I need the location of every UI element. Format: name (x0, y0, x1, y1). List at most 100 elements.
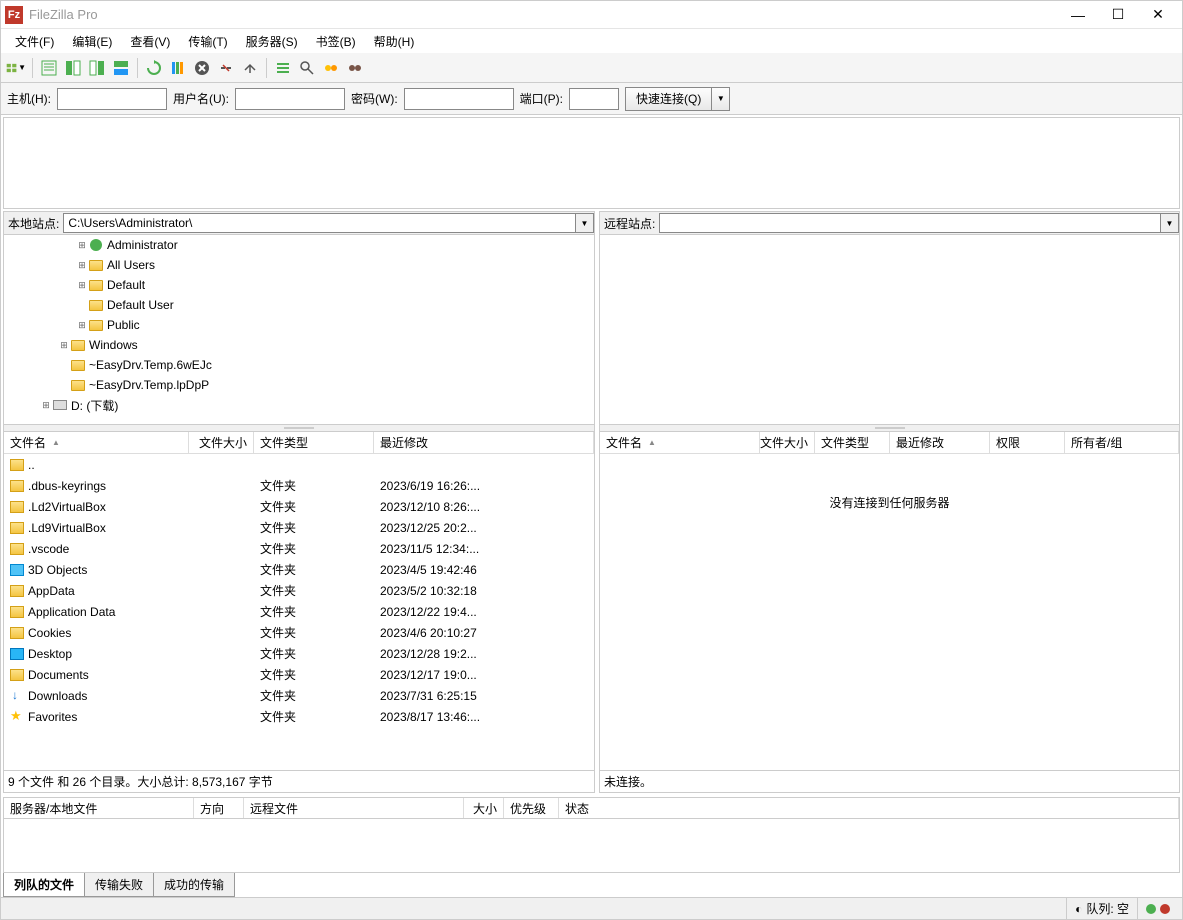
menu-server[interactable]: 服务器(S) (238, 31, 306, 52)
menu-file[interactable]: 文件(F) (7, 31, 62, 52)
file-row[interactable]: AppData文件夹2023/5/2 10:32:18 (4, 580, 594, 601)
toggle-log-button[interactable] (38, 57, 60, 79)
file-row[interactable]: Application Data文件夹2023/12/22 19:4... (4, 601, 594, 622)
queue-tab[interactable]: 传输失败 (84, 873, 154, 897)
titlebar: Fz FileZilla Pro — ☐ ✕ (1, 1, 1182, 29)
process-queue-button[interactable] (167, 57, 189, 79)
rcol-perm[interactable]: 权限 (990, 432, 1065, 453)
user-input[interactable] (235, 88, 345, 110)
rcol-size[interactable]: 文件大小 (760, 432, 815, 453)
qcol-status[interactable]: 状态 (559, 798, 1179, 818)
file-type: 文件夹 (254, 645, 374, 662)
rcol-type[interactable]: 文件类型 (815, 432, 890, 453)
file-row[interactable]: Favorites文件夹2023/8/17 13:46:... (4, 706, 594, 727)
file-type: 文件夹 (254, 687, 374, 704)
quickconnect-button[interactable]: 快速连接(Q) (625, 87, 712, 111)
refresh-button[interactable] (143, 57, 165, 79)
tree-expander-icon[interactable]: ⊞ (76, 260, 88, 271)
file-name: 3D Objects (28, 563, 87, 577)
menu-view[interactable]: 查看(V) (122, 31, 178, 52)
remote-site-input[interactable] (659, 213, 1161, 233)
file-type: 文件夹 (254, 498, 374, 515)
local-tree[interactable]: ⊞Administrator⊞All Users⊞DefaultDefault … (3, 235, 595, 425)
tree-node[interactable]: ⊞Public (4, 315, 594, 335)
toggle-remote-tree-button[interactable] (86, 57, 108, 79)
quickconnect-dropdown[interactable]: ▼ (712, 87, 730, 111)
file-name: Downloads (28, 689, 87, 703)
file-row[interactable]: 3D Objects文件夹2023/4/5 19:42:46 (4, 559, 594, 580)
tree-node[interactable]: ⊞All Users (4, 255, 594, 275)
search-button[interactable] (344, 57, 366, 79)
reconnect-button[interactable] (239, 57, 261, 79)
port-input[interactable] (569, 88, 619, 110)
tree-node[interactable]: ⊞Administrator (4, 235, 594, 255)
file-row[interactable]: Cookies文件夹2023/4/6 20:10:27 (4, 622, 594, 643)
tree-expander-icon[interactable]: ⊞ (76, 240, 88, 251)
tree-expander-icon[interactable]: ⊞ (58, 340, 70, 351)
rcol-owner[interactable]: 所有者/组 (1065, 432, 1179, 453)
tree-node[interactable]: ⊞Windows (4, 335, 594, 355)
local-file-list[interactable]: ...dbus-keyrings文件夹2023/6/19 16:26:....L… (4, 454, 594, 770)
col-name[interactable]: 文件名▲ (4, 432, 189, 453)
file-type: 文件夹 (254, 540, 374, 557)
minimize-button[interactable]: — (1058, 3, 1098, 27)
down-icon (10, 690, 24, 702)
local-site-input[interactable] (63, 213, 576, 233)
remote-site-dropdown[interactable]: ▼ (1161, 213, 1179, 233)
message-log[interactable] (3, 117, 1180, 209)
toggle-queue-button[interactable] (110, 57, 132, 79)
remote-file-list[interactable]: 没有连接到任何服务器 (600, 454, 1179, 770)
remote-tree[interactable] (599, 235, 1180, 425)
menu-transfer[interactable]: 传输(T) (180, 31, 235, 52)
maximize-button[interactable]: ☐ (1098, 3, 1138, 27)
col-type[interactable]: 文件类型 (254, 432, 374, 453)
file-type: 文件夹 (254, 666, 374, 683)
pass-input[interactable] (404, 88, 514, 110)
tree-expander-icon[interactable]: ⊞ (76, 280, 88, 291)
host-label: 主机(H): (7, 90, 51, 107)
file-row[interactable]: Desktop文件夹2023/12/28 19:2... (4, 643, 594, 664)
file-row[interactable]: .. (4, 454, 594, 475)
sync-browse-button[interactable] (320, 57, 342, 79)
compare-button[interactable] (296, 57, 318, 79)
tree-expander-icon[interactable]: ⊞ (40, 400, 52, 411)
folder-icon (88, 298, 104, 312)
file-row[interactable]: .dbus-keyrings文件夹2023/6/19 16:26:... (4, 475, 594, 496)
tree-node[interactable]: ⊞D: (下载) (4, 395, 594, 415)
file-row[interactable]: .vscode文件夹2023/11/5 12:34:... (4, 538, 594, 559)
tree-expander-icon[interactable]: ⊞ (76, 320, 88, 331)
tree-node[interactable]: ⊞Default (4, 275, 594, 295)
menu-bookmarks[interactable]: 书签(B) (308, 31, 364, 52)
drive-icon (52, 398, 68, 412)
local-site-dropdown[interactable]: ▼ (576, 213, 594, 233)
queue-body[interactable] (3, 819, 1180, 873)
qcol-server[interactable]: 服务器/本地文件 (4, 798, 194, 818)
filter-button[interactable] (272, 57, 294, 79)
tree-node[interactable]: Default User (4, 295, 594, 315)
rcol-name[interactable]: 文件名▲ (600, 432, 760, 453)
toggle-tree-button[interactable] (62, 57, 84, 79)
menu-help[interactable]: 帮助(H) (366, 31, 423, 52)
col-size[interactable]: 文件大小 (189, 432, 254, 453)
qcol-direction[interactable]: 方向 (194, 798, 244, 818)
disconnect-button[interactable] (215, 57, 237, 79)
qcol-remote[interactable]: 远程文件 (244, 798, 464, 818)
queue-tab[interactable]: 成功的传输 (153, 873, 235, 897)
queue-tab[interactable]: 列队的文件 (3, 873, 85, 897)
col-modified[interactable]: 最近修改 (374, 432, 594, 453)
file-row[interactable]: Documents文件夹2023/12/17 19:0... (4, 664, 594, 685)
close-button[interactable]: ✕ (1138, 3, 1178, 27)
site-manager-button[interactable]: ▼ (5, 57, 27, 79)
tree-node[interactable]: ~EasyDrv.Temp.6wEJc (4, 355, 594, 375)
file-row[interactable]: .Ld9VirtualBox文件夹2023/12/25 20:2... (4, 517, 594, 538)
transfer-queue: 服务器/本地文件 方向 远程文件 大小 优先级 状态 列队的文件传输失败成功的传… (3, 797, 1180, 897)
qcol-size[interactable]: 大小 (464, 798, 504, 818)
file-row[interactable]: .Ld2VirtualBox文件夹2023/12/10 8:26:... (4, 496, 594, 517)
rcol-modified[interactable]: 最近修改 (890, 432, 990, 453)
host-input[interactable] (57, 88, 167, 110)
menu-edit[interactable]: 编辑(E) (64, 31, 120, 52)
qcol-priority[interactable]: 优先级 (504, 798, 559, 818)
tree-node[interactable]: ~EasyDrv.Temp.lpDpP (4, 375, 594, 395)
cancel-button[interactable] (191, 57, 213, 79)
file-row[interactable]: Downloads文件夹2023/7/31 6:25:15 (4, 685, 594, 706)
